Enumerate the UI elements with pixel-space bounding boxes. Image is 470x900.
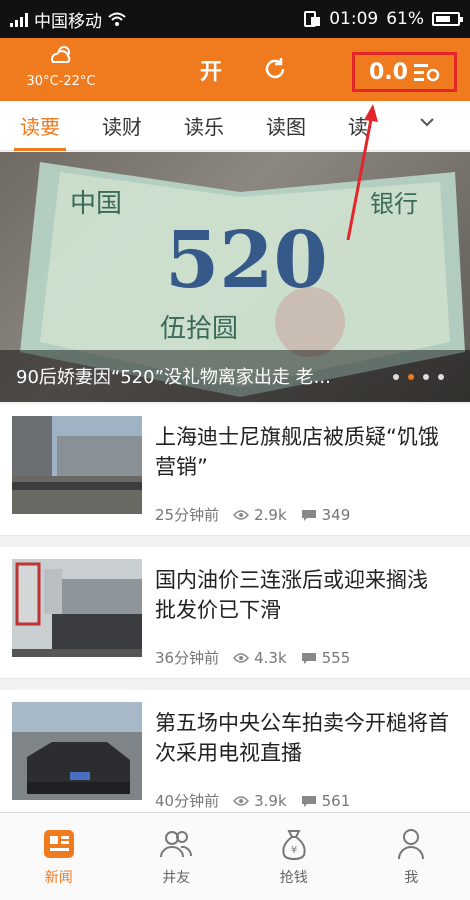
money-bag-icon: ¥ [282, 829, 306, 860]
news-views: 2.9k [254, 505, 287, 524]
news-item[interactable]: 上海迪士尼旗舰店被质疑“饥饿营销” 25分钟前 2.9k 349 [0, 404, 470, 536]
news-title: 第五场中央公车拍卖今开槌将首次采用电视直播 [155, 711, 449, 765]
tab-dule[interactable]: 读乐 [184, 111, 224, 140]
nav-news[interactable]: 新闻 [0, 813, 118, 900]
nav-me[interactable]: 我 [353, 813, 470, 900]
hero-banner[interactable]: 中国 银行 520 伍拾圆 90后娇妻因“520”没礼物离家出走 老... [0, 152, 470, 402]
cloud-sun-icon [51, 46, 71, 63]
news-thumbnail [12, 416, 142, 514]
news-comments: 349 [321, 505, 351, 524]
app-header: 30°C-22°C 开 0.0 [0, 38, 470, 101]
wifi-icon [108, 12, 126, 26]
friends-icon [160, 830, 193, 857]
svg-text:中国: 中国 [70, 189, 122, 219]
news-views: 3.9k [254, 791, 287, 810]
news-item[interactable]: 第五场中央公车拍卖今开槌将首次采用电视直播 40分钟前 3.9k 561 [0, 690, 470, 822]
carousel-dot[interactable] [393, 374, 399, 380]
svg-text:伍拾圆: 伍拾圆 [160, 314, 238, 344]
news-time: 36分钟前 [155, 649, 220, 667]
news-time: 40分钟前 [155, 792, 220, 810]
news-thumbnail [12, 702, 142, 800]
news-comments: 561 [321, 791, 351, 810]
app-brand: 开 [200, 60, 223, 85]
carousel-dots [393, 374, 444, 380]
device-icon [304, 11, 321, 27]
news-views: 4.3k [254, 648, 287, 667]
weather-temp: 30°C-22°C [26, 74, 96, 89]
news-item[interactable]: 国内油价三连涨后或迎来搁浅 批发价已下滑 36分钟前 4.3k 555 [0, 547, 470, 679]
comment-icon [301, 509, 316, 521]
news-title: 上海迪士尼旗舰店被质疑“饥饿营销” [155, 425, 439, 479]
signal-icon [10, 11, 28, 27]
comment-icon [301, 795, 316, 807]
nav-me-label: 我 [404, 869, 419, 886]
eye-icon [233, 509, 250, 520]
carousel-dot[interactable] [438, 374, 444, 380]
eye-icon [233, 652, 250, 663]
coin-balance: 0.0 [369, 59, 408, 85]
category-tabs: 读要 读财 读乐 读图 读 [0, 101, 470, 151]
coin-balance-button[interactable]: 0.0 [352, 52, 457, 92]
carrier-label: 中国移动 [34, 11, 102, 32]
news-time: 25分钟前 [155, 506, 220, 524]
carousel-dot[interactable] [423, 374, 429, 380]
menu-coin-icon [413, 64, 440, 82]
news-title: 国内油价三连涨后或迎来搁浅 批发价已下滑 [155, 568, 428, 622]
comment-icon [301, 652, 316, 664]
eye-icon [233, 795, 250, 806]
battery-percent: 61% [386, 9, 424, 29]
user-icon [398, 828, 425, 859]
tab-dutu[interactable]: 读图 [266, 111, 306, 140]
carousel-dot-active[interactable] [408, 374, 414, 380]
hero-caption: 90后娇妻因“520”没礼物离家出走 老... [16, 367, 331, 388]
news-meta: 40分钟前 3.9k 561 [155, 790, 350, 811]
nav-friends-label: 井友 [162, 869, 191, 886]
bottom-nav: 新闻 井友 ¥ 抢钱 我 [0, 812, 470, 900]
tab-more[interactable]: 读 [348, 111, 368, 140]
weather-widget[interactable]: 30°C-22°C [16, 44, 106, 89]
status-bar: 中国移动 01:09 61% [0, 0, 470, 38]
nav-friends[interactable]: 井友 [118, 813, 236, 900]
battery-icon [432, 12, 463, 26]
tab-ducai[interactable]: 读财 [102, 111, 142, 140]
nav-earn-label: 抢钱 [279, 869, 308, 886]
news-icon [43, 829, 74, 858]
svg-text:银行: 银行 [370, 190, 418, 218]
tab-duyao[interactable]: 读要 [14, 111, 66, 151]
clock: 01:09 [329, 9, 379, 29]
news-meta: 36分钟前 4.3k 555 [155, 647, 350, 668]
news-meta: 25分钟前 2.9k 349 [155, 504, 350, 525]
refresh-icon[interactable] [262, 56, 288, 82]
nav-earn[interactable]: ¥ 抢钱 [235, 813, 353, 900]
svg-text:¥: ¥ [291, 845, 297, 856]
chevron-down-icon[interactable] [418, 113, 436, 131]
news-list: 上海迪士尼旗舰店被质疑“饥饿营销” 25分钟前 2.9k 349 国内油价三连涨… [0, 404, 470, 833]
nav-news-label: 新闻 [44, 869, 73, 886]
news-thumbnail [12, 559, 142, 657]
news-comments: 555 [321, 648, 351, 667]
